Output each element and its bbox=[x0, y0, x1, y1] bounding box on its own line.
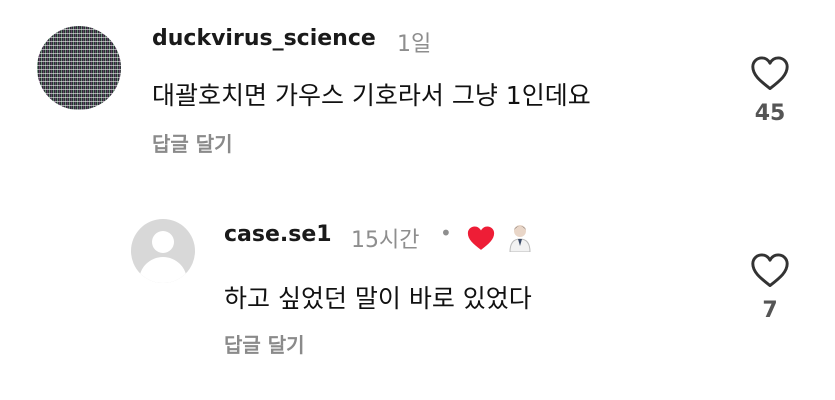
heart-outline-icon[interactable] bbox=[750, 252, 790, 288]
comment-username[interactable]: duckvirus_science bbox=[152, 26, 376, 51]
comment-item: duckvirus_science 1일 대괄호치면 가우스 기호라서 그냥 1… bbox=[0, 0, 835, 180]
heart-outline-icon[interactable] bbox=[750, 55, 790, 91]
reply-button[interactable]: 답글 달기 bbox=[224, 329, 305, 358]
separator-dot: • bbox=[440, 221, 452, 245]
comment-timestamp: 15시간 bbox=[351, 228, 420, 253]
default-avatar-icon[interactable] bbox=[131, 219, 195, 283]
comment-timestamp: 1일 bbox=[397, 32, 432, 57]
reply-button[interactable]: 답글 달기 bbox=[152, 128, 233, 157]
comment-username[interactable]: case.se1 bbox=[224, 222, 332, 247]
like-control: 45 bbox=[740, 55, 800, 126]
comment-text: 대괄호치면 가우스 기호라서 그냥 1인데요 bbox=[152, 81, 591, 110]
like-count: 7 bbox=[762, 298, 778, 323]
reply-comment-item: case.se1 15시간 • 하고 싶었던 말이 바로 있었다 답글 달기 7 bbox=[0, 195, 835, 385]
avatar[interactable] bbox=[37, 26, 121, 110]
comment-text: 하고 싶었던 말이 바로 있었다 bbox=[224, 284, 532, 313]
like-count: 45 bbox=[754, 101, 786, 126]
creator-avatar-icon bbox=[509, 225, 531, 252]
like-control: 7 bbox=[740, 252, 800, 323]
creator-heart-icon bbox=[467, 226, 495, 250]
